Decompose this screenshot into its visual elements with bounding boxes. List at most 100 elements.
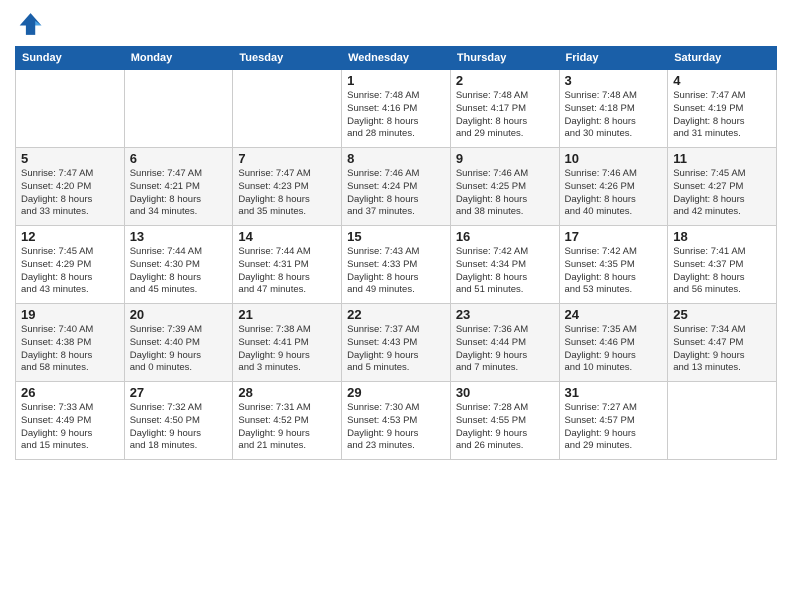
calendar-cell: 23 Sunrise: 7:36 AM Sunset: 4:44 PM Dayli… — [450, 304, 559, 382]
day-number: 3 — [565, 73, 663, 88]
day-info: Sunrise: 7:48 AM Sunset: 4:16 PM Dayligh… — [347, 90, 445, 141]
day-number: 6 — [130, 151, 228, 166]
day-number: 2 — [456, 73, 554, 88]
calendar-cell: 28Sunrise: 7:31 AM Sunset: 4:52 PM Dayli… — [233, 382, 342, 460]
day-info: Sunrise: 7:44 AM Sunset: 4:30 PM Dayligh… — [130, 246, 228, 297]
calendar-cell: 11 Sunrise: 7:45 AM Sunset: 4:27 PM Dayli… — [668, 148, 777, 226]
calendar-cell — [124, 70, 233, 148]
calendar-cell: 27Sunrise: 7:32 AM Sunset: 4:50 PM Dayli… — [124, 382, 233, 460]
calendar-cell: 15 Sunrise: 7:43 AM Sunset: 4:33 PM Dayli… — [342, 226, 451, 304]
day-info: Sunrise: 7:35 AM Sunset: 4:46 PM Dayligh… — [565, 324, 663, 375]
day-number: 8 — [347, 151, 445, 166]
day-number: 29 — [347, 385, 445, 400]
calendar-cell: 29 Sunrise: 7:30 AM Sunset: 4:53 PM Dayli… — [342, 382, 451, 460]
calendar-cell: 30 Sunrise: 7:28 AM Sunset: 4:55 PM Dayli… — [450, 382, 559, 460]
calendar-cell: 7Sunrise: 7:47 AM Sunset: 4:23 PM Daylig… — [233, 148, 342, 226]
day-info: Sunrise: 7:37 AM Sunset: 4:43 PM Dayligh… — [347, 324, 445, 375]
calendar-cell: 20 Sunrise: 7:39 AM Sunset: 4:40 PM Dayli… — [124, 304, 233, 382]
day-info: Sunrise: 7:46 AM Sunset: 4:24 PM Dayligh… — [347, 168, 445, 219]
calendar-week-row: 12Sunrise: 7:45 AM Sunset: 4:29 PM Dayli… — [16, 226, 777, 304]
day-number: 15 — [347, 229, 445, 244]
day-info: Sunrise: 7:44 AM Sunset: 4:31 PM Dayligh… — [238, 246, 336, 297]
day-number: 25 — [673, 307, 771, 322]
day-number: 1 — [347, 73, 445, 88]
day-info: Sunrise: 7:38 AM Sunset: 4:41 PM Dayligh… — [238, 324, 336, 375]
day-number: 27 — [130, 385, 228, 400]
calendar-week-row: 26 Sunrise: 7:33 AM Sunset: 4:49 PM Dayli… — [16, 382, 777, 460]
day-number: 22 — [347, 307, 445, 322]
calendar-header-row: SundayMondayTuesdayWednesdayThursdayFrid… — [16, 47, 777, 70]
day-info: Sunrise: 7:27 AM Sunset: 4:57 PM Dayligh… — [565, 402, 663, 453]
day-number: 21 — [238, 307, 336, 322]
calendar-cell: 8 Sunrise: 7:46 AM Sunset: 4:24 PM Daylig… — [342, 148, 451, 226]
calendar-cell: 9 Sunrise: 7:46 AM Sunset: 4:25 PM Daylig… — [450, 148, 559, 226]
day-number: 30 — [456, 385, 554, 400]
day-number: 11 — [673, 151, 771, 166]
header — [15, 10, 777, 38]
calendar-cell: 14 Sunrise: 7:44 AM Sunset: 4:31 PM Dayli… — [233, 226, 342, 304]
calendar-cell: 5Sunrise: 7:47 AM Sunset: 4:20 PM Daylig… — [16, 148, 125, 226]
calendar-cell: 19 Sunrise: 7:40 AM Sunset: 4:38 PM Dayli… — [16, 304, 125, 382]
day-info: Sunrise: 7:47 AM Sunset: 4:20 PM Dayligh… — [21, 168, 119, 219]
day-number: 20 — [130, 307, 228, 322]
calendar-cell — [668, 382, 777, 460]
day-info: Sunrise: 7:31 AM Sunset: 4:52 PM Dayligh… — [238, 402, 336, 453]
day-info: Sunrise: 7:39 AM Sunset: 4:40 PM Dayligh… — [130, 324, 228, 375]
calendar-header-sunday: Sunday — [16, 47, 125, 70]
day-number: 17 — [565, 229, 663, 244]
calendar-cell: 3 Sunrise: 7:48 AM Sunset: 4:18 PM Daylig… — [559, 70, 668, 148]
day-info: Sunrise: 7:36 AM Sunset: 4:44 PM Dayligh… — [456, 324, 554, 375]
day-info: Sunrise: 7:47 AM Sunset: 4:21 PM Dayligh… — [130, 168, 228, 219]
calendar-cell: 13 Sunrise: 7:44 AM Sunset: 4:30 PM Dayli… — [124, 226, 233, 304]
day-info: Sunrise: 7:47 AM Sunset: 4:19 PM Dayligh… — [673, 90, 771, 141]
day-info: Sunrise: 7:48 AM Sunset: 4:18 PM Dayligh… — [565, 90, 663, 141]
day-info: Sunrise: 7:43 AM Sunset: 4:33 PM Dayligh… — [347, 246, 445, 297]
day-number: 14 — [238, 229, 336, 244]
calendar-cell: 22 Sunrise: 7:37 AM Sunset: 4:43 PM Dayli… — [342, 304, 451, 382]
calendar-cell: 12Sunrise: 7:45 AM Sunset: 4:29 PM Dayli… — [16, 226, 125, 304]
day-number: 18 — [673, 229, 771, 244]
calendar-cell: 1 Sunrise: 7:48 AM Sunset: 4:16 PM Daylig… — [342, 70, 451, 148]
calendar-cell: 25 Sunrise: 7:34 AM Sunset: 4:47 PM Dayli… — [668, 304, 777, 382]
day-number: 10 — [565, 151, 663, 166]
calendar-cell: 18 Sunrise: 7:41 AM Sunset: 4:37 PM Dayli… — [668, 226, 777, 304]
calendar-header-wednesday: Wednesday — [342, 47, 451, 70]
day-number: 4 — [673, 73, 771, 88]
logo — [15, 10, 47, 38]
calendar-header-friday: Friday — [559, 47, 668, 70]
day-number: 13 — [130, 229, 228, 244]
day-info: Sunrise: 7:46 AM Sunset: 4:26 PM Dayligh… — [565, 168, 663, 219]
calendar-cell: 2 Sunrise: 7:48 AM Sunset: 4:17 PM Daylig… — [450, 70, 559, 148]
calendar-cell: 6 Sunrise: 7:47 AM Sunset: 4:21 PM Daylig… — [124, 148, 233, 226]
day-info: Sunrise: 7:34 AM Sunset: 4:47 PM Dayligh… — [673, 324, 771, 375]
day-number: 7 — [238, 151, 336, 166]
day-info: Sunrise: 7:30 AM Sunset: 4:53 PM Dayligh… — [347, 402, 445, 453]
calendar-header-tuesday: Tuesday — [233, 47, 342, 70]
day-info: Sunrise: 7:41 AM Sunset: 4:37 PM Dayligh… — [673, 246, 771, 297]
calendar-cell — [16, 70, 125, 148]
day-info: Sunrise: 7:28 AM Sunset: 4:55 PM Dayligh… — [456, 402, 554, 453]
calendar-week-row: 19 Sunrise: 7:40 AM Sunset: 4:38 PM Dayli… — [16, 304, 777, 382]
day-info: Sunrise: 7:46 AM Sunset: 4:25 PM Dayligh… — [456, 168, 554, 219]
calendar-header-monday: Monday — [124, 47, 233, 70]
day-number: 26 — [21, 385, 119, 400]
day-number: 12 — [21, 229, 119, 244]
day-info: Sunrise: 7:42 AM Sunset: 4:34 PM Dayligh… — [456, 246, 554, 297]
day-number: 19 — [21, 307, 119, 322]
day-info: Sunrise: 7:33 AM Sunset: 4:49 PM Dayligh… — [21, 402, 119, 453]
calendar-cell: 17Sunrise: 7:42 AM Sunset: 4:35 PM Dayli… — [559, 226, 668, 304]
day-number: 9 — [456, 151, 554, 166]
calendar-week-row: 1 Sunrise: 7:48 AM Sunset: 4:16 PM Daylig… — [16, 70, 777, 148]
day-number: 16 — [456, 229, 554, 244]
day-number: 31 — [565, 385, 663, 400]
day-number: 23 — [456, 307, 554, 322]
calendar-cell: 10 Sunrise: 7:46 AM Sunset: 4:26 PM Dayli… — [559, 148, 668, 226]
day-info: Sunrise: 7:45 AM Sunset: 4:27 PM Dayligh… — [673, 168, 771, 219]
calendar-header-thursday: Thursday — [450, 47, 559, 70]
day-info: Sunrise: 7:40 AM Sunset: 4:38 PM Dayligh… — [21, 324, 119, 375]
calendar-cell: 31 Sunrise: 7:27 AM Sunset: 4:57 PM Dayli… — [559, 382, 668, 460]
calendar-cell — [233, 70, 342, 148]
day-info: Sunrise: 7:48 AM Sunset: 4:17 PM Dayligh… — [456, 90, 554, 141]
calendar-header-saturday: Saturday — [668, 47, 777, 70]
calendar-cell: 24Sunrise: 7:35 AM Sunset: 4:46 PM Dayli… — [559, 304, 668, 382]
